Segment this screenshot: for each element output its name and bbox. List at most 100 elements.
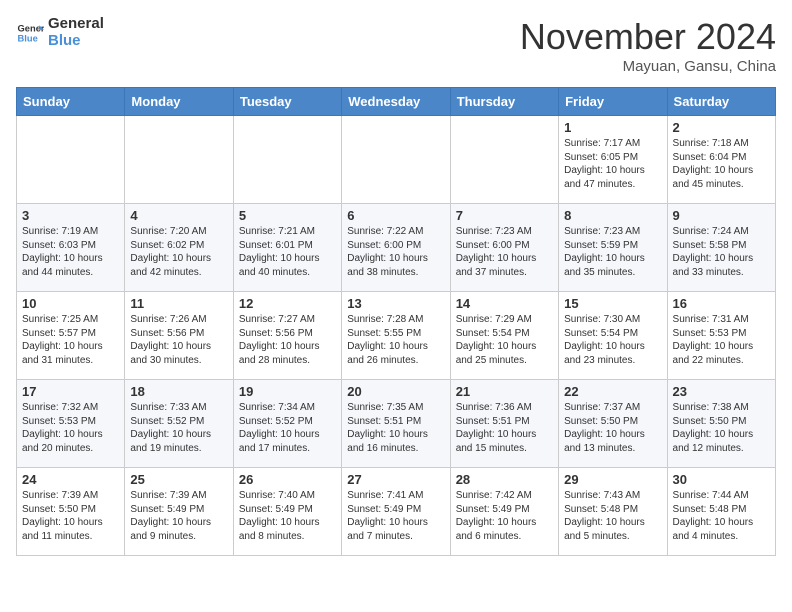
day-number: 22 <box>564 384 661 399</box>
logo-general: General <box>48 16 104 33</box>
day-info: Sunrise: 7:34 AM Sunset: 5:52 PM Dayligh… <box>239 401 336 455</box>
day-info: Sunrise: 7:37 AM Sunset: 5:50 PM Dayligh… <box>564 401 661 455</box>
weekday-header-tuesday: Tuesday <box>233 88 341 116</box>
day-number: 5 <box>239 208 336 223</box>
day-info: Sunrise: 7:33 AM Sunset: 5:52 PM Dayligh… <box>130 401 227 455</box>
day-number: 10 <box>22 296 119 311</box>
calendar-cell: 15 Sunrise: 7:30 AM Sunset: 5:54 PM Dayli… <box>559 292 667 380</box>
day-info: Sunrise: 7:28 AM Sunset: 5:55 PM Dayligh… <box>347 313 444 367</box>
day-number: 15 <box>564 296 661 311</box>
title-block: November 2024 Mayuan, Gansu, China <box>520 16 776 75</box>
day-number: 24 <box>22 472 119 487</box>
day-info: Sunrise: 7:25 AM Sunset: 5:57 PM Dayligh… <box>22 313 119 367</box>
day-number: 29 <box>564 472 661 487</box>
day-info: Sunrise: 7:26 AM Sunset: 5:56 PM Dayligh… <box>130 313 227 367</box>
calendar-cell: 4 Sunrise: 7:20 AM Sunset: 6:02 PM Daylig… <box>125 204 233 292</box>
calendar-cell: 7 Sunrise: 7:23 AM Sunset: 6:00 PM Daylig… <box>450 204 558 292</box>
day-info: Sunrise: 7:30 AM Sunset: 5:54 PM Dayligh… <box>564 313 661 367</box>
calendar-cell: 21Sunrise: 7:36 AM Sunset: 5:51 PM Dayli… <box>450 380 558 468</box>
day-number: 1 <box>564 120 661 135</box>
day-number: 18 <box>130 384 227 399</box>
calendar-cell: 13 Sunrise: 7:28 AM Sunset: 5:55 PM Dayli… <box>342 292 450 380</box>
day-info: Sunrise: 7:31 AM Sunset: 5:53 PM Dayligh… <box>673 313 770 367</box>
day-info: Sunrise: 7:36 AM Sunset: 5:51 PM Dayligh… <box>456 401 553 455</box>
day-number: 23 <box>673 384 770 399</box>
day-info: Sunrise: 7:39 AM Sunset: 5:49 PM Dayligh… <box>130 489 227 543</box>
calendar-cell: 8 Sunrise: 7:23 AM Sunset: 5:59 PM Daylig… <box>559 204 667 292</box>
calendar-cell: 12Sunrise: 7:27 AM Sunset: 5:56 PM Dayli… <box>233 292 341 380</box>
calendar-cell <box>17 116 125 204</box>
logo-icon: General Blue <box>16 19 44 47</box>
day-number: 7 <box>456 208 553 223</box>
calendar-cell <box>450 116 558 204</box>
calendar-cell <box>125 116 233 204</box>
calendar-cell: 11Sunrise: 7:26 AM Sunset: 5:56 PM Dayli… <box>125 292 233 380</box>
day-number: 26 <box>239 472 336 487</box>
calendar-cell <box>342 116 450 204</box>
weekday-header-row: SundayMondayTuesdayWednesdayThursdayFrid… <box>17 88 776 116</box>
day-number: 8 <box>564 208 661 223</box>
calendar-cell: 25 Sunrise: 7:39 AM Sunset: 5:49 PM Dayli… <box>125 468 233 556</box>
day-number: 14 <box>456 296 553 311</box>
calendar-table: SundayMondayTuesdayWednesdayThursdayFrid… <box>16 87 776 556</box>
weekday-header-sunday: Sunday <box>17 88 125 116</box>
day-info: Sunrise: 7:20 AM Sunset: 6:02 PM Dayligh… <box>130 225 227 279</box>
day-number: 25 <box>130 472 227 487</box>
calendar-cell: 6Sunrise: 7:22 AM Sunset: 6:00 PM Daylig… <box>342 204 450 292</box>
calendar-cell: 20 Sunrise: 7:35 AM Sunset: 5:51 PM Dayli… <box>342 380 450 468</box>
calendar-week-5: 24 Sunrise: 7:39 AM Sunset: 5:50 PM Dayli… <box>17 468 776 556</box>
day-number: 4 <box>130 208 227 223</box>
calendar-cell: 28Sunrise: 7:42 AM Sunset: 5:49 PM Dayli… <box>450 468 558 556</box>
day-number: 19 <box>239 384 336 399</box>
calendar-cell: 16 Sunrise: 7:31 AM Sunset: 5:53 PM Dayli… <box>667 292 775 380</box>
day-info: Sunrise: 7:24 AM Sunset: 5:58 PM Dayligh… <box>673 225 770 279</box>
page-header: General Blue General Blue November 2024 … <box>16 16 776 75</box>
weekday-header-thursday: Thursday <box>450 88 558 116</box>
weekday-header-saturday: Saturday <box>667 88 775 116</box>
day-number: 2 <box>673 120 770 135</box>
calendar-week-3: 10 Sunrise: 7:25 AM Sunset: 5:57 PM Dayli… <box>17 292 776 380</box>
weekday-header-wednesday: Wednesday <box>342 88 450 116</box>
calendar-cell: 19 Sunrise: 7:34 AM Sunset: 5:52 PM Dayli… <box>233 380 341 468</box>
calendar-cell: 2 Sunrise: 7:18 AM Sunset: 6:04 PM Daylig… <box>667 116 775 204</box>
day-info: Sunrise: 7:19 AM Sunset: 6:03 PM Dayligh… <box>22 225 119 279</box>
weekday-header-friday: Friday <box>559 88 667 116</box>
calendar-cell: 17Sunrise: 7:32 AM Sunset: 5:53 PM Dayli… <box>17 380 125 468</box>
calendar-cell: 22 Sunrise: 7:37 AM Sunset: 5:50 PM Dayli… <box>559 380 667 468</box>
logo: General Blue General Blue <box>16 16 104 49</box>
calendar-cell: 23 Sunrise: 7:38 AM Sunset: 5:50 PM Dayli… <box>667 380 775 468</box>
calendar-cell <box>233 116 341 204</box>
calendar-cell: 9 Sunrise: 7:24 AM Sunset: 5:58 PM Daylig… <box>667 204 775 292</box>
day-info: Sunrise: 7:43 AM Sunset: 5:48 PM Dayligh… <box>564 489 661 543</box>
calendar-cell: 5 Sunrise: 7:21 AM Sunset: 6:01 PM Daylig… <box>233 204 341 292</box>
day-info: Sunrise: 7:40 AM Sunset: 5:49 PM Dayligh… <box>239 489 336 543</box>
day-info: Sunrise: 7:21 AM Sunset: 6:01 PM Dayligh… <box>239 225 336 279</box>
day-info: Sunrise: 7:39 AM Sunset: 5:50 PM Dayligh… <box>22 489 119 543</box>
day-info: Sunrise: 7:38 AM Sunset: 5:50 PM Dayligh… <box>673 401 770 455</box>
calendar-week-1: 1Sunrise: 7:17 AM Sunset: 6:05 PM Daylig… <box>17 116 776 204</box>
day-info: Sunrise: 7:41 AM Sunset: 5:49 PM Dayligh… <box>347 489 444 543</box>
day-number: 30 <box>673 472 770 487</box>
day-number: 3 <box>22 208 119 223</box>
day-info: Sunrise: 7:44 AM Sunset: 5:48 PM Dayligh… <box>673 489 770 543</box>
calendar-cell: 14Sunrise: 7:29 AM Sunset: 5:54 PM Dayli… <box>450 292 558 380</box>
calendar-cell: 27 Sunrise: 7:41 AM Sunset: 5:49 PM Dayli… <box>342 468 450 556</box>
day-number: 9 <box>673 208 770 223</box>
calendar-cell: 3 Sunrise: 7:19 AM Sunset: 6:03 PM Daylig… <box>17 204 125 292</box>
calendar-cell: 10 Sunrise: 7:25 AM Sunset: 5:57 PM Dayli… <box>17 292 125 380</box>
day-info: Sunrise: 7:22 AM Sunset: 6:00 PM Dayligh… <box>347 225 444 279</box>
month-title: November 2024 <box>520 16 776 58</box>
day-info: Sunrise: 7:35 AM Sunset: 5:51 PM Dayligh… <box>347 401 444 455</box>
day-info: Sunrise: 7:23 AM Sunset: 5:59 PM Dayligh… <box>564 225 661 279</box>
day-number: 27 <box>347 472 444 487</box>
day-number: 17 <box>22 384 119 399</box>
calendar-cell: 24 Sunrise: 7:39 AM Sunset: 5:50 PM Dayli… <box>17 468 125 556</box>
calendar-cell: 1Sunrise: 7:17 AM Sunset: 6:05 PM Daylig… <box>559 116 667 204</box>
day-info: Sunrise: 7:18 AM Sunset: 6:04 PM Dayligh… <box>673 137 770 191</box>
day-number: 20 <box>347 384 444 399</box>
day-info: Sunrise: 7:23 AM Sunset: 6:00 PM Dayligh… <box>456 225 553 279</box>
calendar-week-4: 17Sunrise: 7:32 AM Sunset: 5:53 PM Dayli… <box>17 380 776 468</box>
day-number: 16 <box>673 296 770 311</box>
location-subtitle: Mayuan, Gansu, China <box>520 58 776 75</box>
day-number: 13 <box>347 296 444 311</box>
